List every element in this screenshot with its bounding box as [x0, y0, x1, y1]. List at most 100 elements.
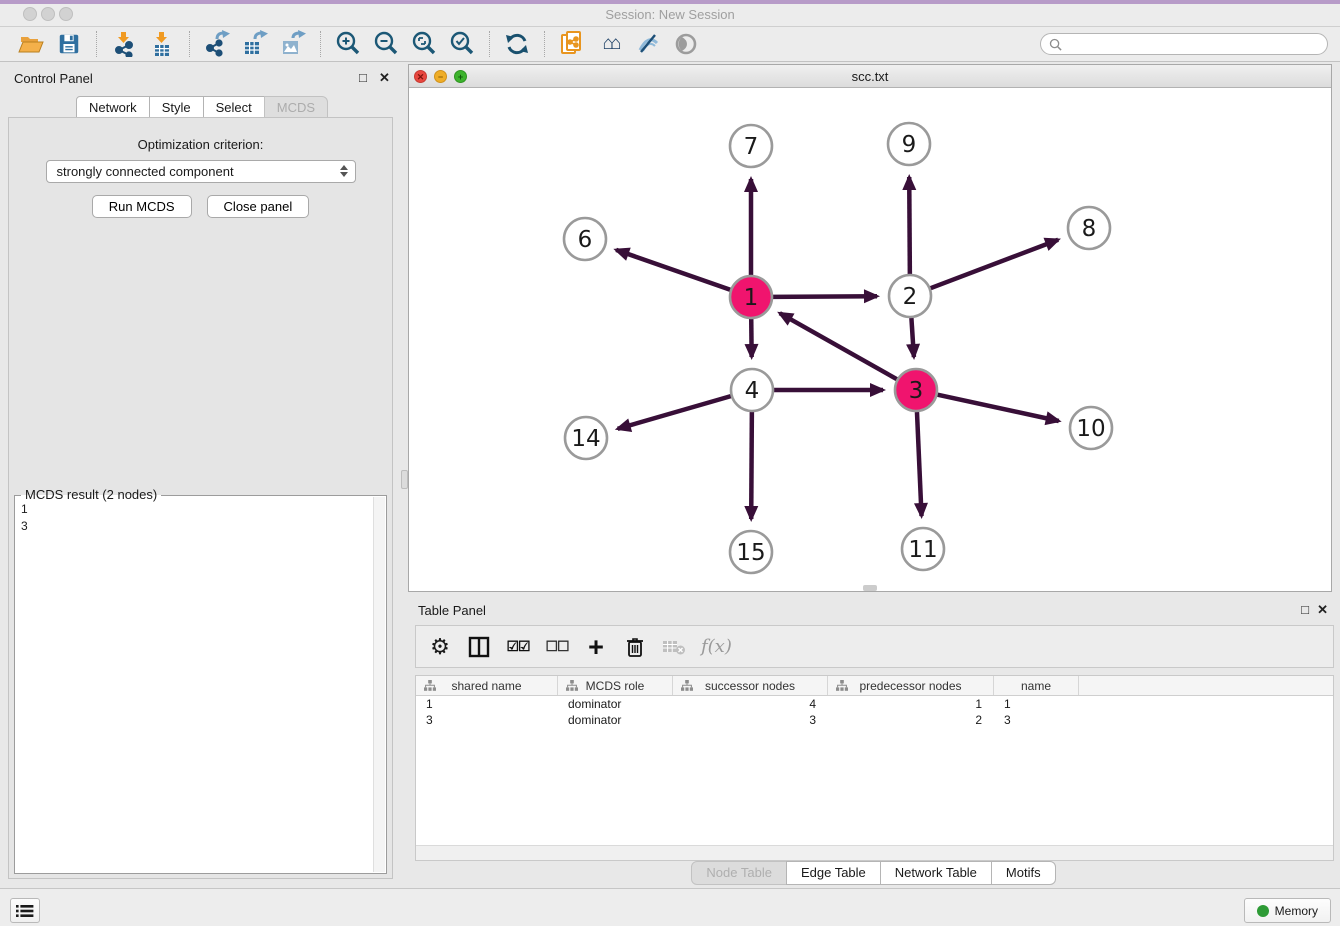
- birds-eye-view-icon[interactable]: [671, 29, 701, 59]
- node-14[interactable]: 14: [565, 417, 607, 459]
- column-header[interactable]: predecessor nodes: [828, 676, 994, 695]
- toolbar-separator: [189, 31, 190, 57]
- node-6[interactable]: 6: [564, 218, 606, 260]
- edge-2-8[interactable]: [931, 240, 1059, 288]
- search-field[interactable]: [1040, 33, 1328, 55]
- status-bar: Memory: [0, 888, 1340, 926]
- export-table-icon[interactable]: [240, 29, 270, 59]
- houses-glyph: ⌂⌂: [603, 33, 618, 55]
- edge-4-15[interactable]: [751, 412, 752, 519]
- run-mcds-button[interactable]: Run MCDS: [92, 195, 192, 218]
- node-label: 6: [578, 227, 593, 253]
- result-scrollbar[interactable]: [373, 497, 385, 872]
- node-table[interactable]: shared nameMCDS rolesuccessor nodesprede…: [415, 675, 1334, 861]
- export-image-icon[interactable]: [278, 29, 308, 59]
- edge-3-1[interactable]: [780, 313, 897, 379]
- tab-motifs[interactable]: Motifs: [991, 861, 1056, 885]
- table-settings-gear-icon[interactable]: ⚙: [428, 634, 452, 660]
- node-label: 4: [745, 378, 760, 404]
- select-all-columns-icon[interactable]: ☑☑: [506, 634, 530, 660]
- task-history-button[interactable]: [10, 898, 40, 923]
- network-window-titlebar[interactable]: ✕ − + scc.txt: [409, 65, 1331, 88]
- node-4[interactable]: 4: [731, 369, 773, 411]
- table-cell: 3: [994, 712, 1079, 728]
- memory-button[interactable]: Memory: [1244, 898, 1331, 923]
- node-1[interactable]: 1: [730, 276, 772, 318]
- graphics-details-icon[interactable]: [633, 29, 663, 59]
- edge-2-3[interactable]: [911, 318, 913, 357]
- control-panel: Control Panel □ ✕ Network Style Select M…: [0, 62, 402, 888]
- column-header[interactable]: MCDS role: [558, 676, 673, 695]
- edge-2-9[interactable]: [909, 177, 910, 274]
- table-toolbar: ⚙ ☑☑ ☐☐ +: [415, 625, 1334, 668]
- edge-1-2[interactable]: [773, 296, 877, 297]
- import-table-icon[interactable]: [147, 29, 177, 59]
- save-session-icon[interactable]: [54, 29, 84, 59]
- float-table-panel-icon[interactable]: □: [1301, 602, 1309, 617]
- node-label: 7: [744, 134, 759, 160]
- node-2[interactable]: 2: [889, 275, 931, 317]
- node-10[interactable]: 10: [1070, 407, 1112, 449]
- window-title: Session: New Session: [0, 7, 1340, 22]
- virtual-column-icon: [566, 680, 578, 694]
- table-row[interactable]: 3dominator323: [416, 712, 1333, 728]
- delete-column-trash-icon[interactable]: [623, 634, 647, 660]
- edge-1-6[interactable]: [616, 250, 730, 290]
- edge-3-11[interactable]: [917, 412, 922, 516]
- node-label: 1: [744, 285, 759, 311]
- node-label: 15: [736, 540, 765, 566]
- search-input[interactable]: [1067, 37, 1319, 51]
- node-15[interactable]: 15: [730, 531, 772, 573]
- first-neighbors-icon[interactable]: [557, 29, 587, 59]
- table-cell: dominator: [558, 712, 673, 728]
- export-network-icon[interactable]: [202, 29, 232, 59]
- node-3[interactable]: 3: [895, 369, 937, 411]
- column-header[interactable]: shared name: [416, 676, 558, 695]
- zoom-out-icon[interactable]: [371, 29, 401, 59]
- canvas-splitter-handle[interactable]: [863, 585, 877, 591]
- column-header[interactable]: name: [994, 676, 1079, 695]
- mcds-result-text: 1 3: [21, 501, 370, 869]
- zoom-fit-icon[interactable]: [409, 29, 439, 59]
- add-column-icon[interactable]: +: [584, 634, 608, 660]
- close-panel-icon[interactable]: ✕: [379, 70, 390, 86]
- mcds-result-title: MCDS result (2 nodes): [21, 487, 161, 502]
- tab-edge-table[interactable]: Edge Table: [786, 861, 881, 885]
- table-panel-title: Table Panel: [418, 603, 486, 618]
- panel-splitter-handle[interactable]: [401, 470, 408, 489]
- refresh-icon[interactable]: [502, 29, 532, 59]
- zoom-in-icon[interactable]: [333, 29, 363, 59]
- node-7[interactable]: 7: [730, 125, 772, 167]
- node-11[interactable]: 11: [902, 528, 944, 570]
- table-cell: 1: [416, 696, 558, 712]
- edge-4-14[interactable]: [618, 396, 731, 429]
- list-icon: [16, 904, 34, 918]
- node-8[interactable]: 8: [1068, 207, 1110, 249]
- virtual-column-icon: [424, 680, 436, 694]
- float-panel-icon[interactable]: □: [359, 70, 367, 85]
- deselect-all-columns-icon[interactable]: ☐☐: [545, 634, 569, 660]
- criterion-select[interactable]: strongly connected component: [46, 160, 356, 183]
- houses-icon[interactable]: ⌂⌂: [595, 29, 625, 59]
- edge-3-10[interactable]: [937, 395, 1058, 421]
- network-graph[interactable]: 7 9 6 8 1 2 4 3 14 10 15 11: [409, 88, 1331, 591]
- show-columns-icon[interactable]: [467, 634, 491, 660]
- zoom-selected-icon[interactable]: [447, 29, 477, 59]
- function-builder-icon: f(x): [701, 634, 732, 660]
- close-table-panel-icon[interactable]: ✕: [1317, 602, 1328, 618]
- column-header[interactable]: successor nodes: [673, 676, 828, 695]
- network-canvas[interactable]: 7 9 6 8 1 2 4 3 14 10 15 11: [409, 88, 1331, 591]
- tab-network-table[interactable]: Network Table: [880, 861, 992, 885]
- table-horizontal-scrollbar[interactable]: [416, 845, 1333, 860]
- tab-node-table[interactable]: Node Table: [691, 861, 787, 885]
- open-session-icon[interactable]: [16, 29, 46, 59]
- table-row[interactable]: 1dominator411: [416, 696, 1333, 712]
- node-9[interactable]: 9: [888, 123, 930, 165]
- close-panel-button[interactable]: Close panel: [207, 195, 310, 218]
- virtual-column-icon: [681, 680, 693, 694]
- node-label: 14: [571, 426, 600, 452]
- criterion-select-value: strongly connected component: [57, 164, 234, 179]
- column-header-label: successor nodes: [673, 679, 827, 693]
- app-titlebar: Session: New Session: [0, 0, 1340, 27]
- import-network-icon[interactable]: [109, 29, 139, 59]
